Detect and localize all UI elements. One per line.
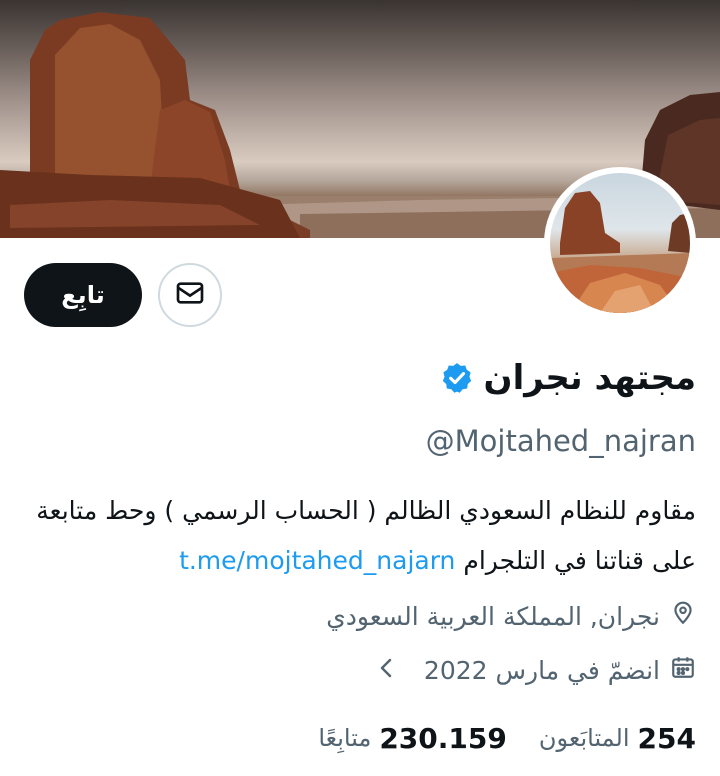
user-handle: @Mojtahed_najran — [425, 424, 696, 458]
profile-bio: مقاوم للنظام السعودي الظالم ( الحساب الر… — [16, 486, 696, 586]
envelope-icon — [174, 277, 206, 313]
following-stat[interactable]: 254 المتابَعون — [539, 722, 696, 755]
joined-row[interactable]: انضمّ في مارس 2022 — [376, 650, 696, 690]
following-count: 254 — [637, 721, 696, 755]
location-text: نجران, المملكة العربية السعودي — [326, 601, 660, 631]
avatar-image — [550, 173, 690, 313]
display-name-row: مجتهد نجران — [438, 352, 696, 404]
location-pin-icon — [670, 600, 696, 632]
followers-label: متابِعًا — [318, 724, 372, 752]
calendar-icon — [670, 654, 696, 686]
chevron-left-icon[interactable] — [376, 654, 396, 687]
message-button[interactable] — [158, 263, 222, 327]
follow-button[interactable]: تابِع — [24, 263, 142, 327]
joined-text: انضمّ في مارس 2022 — [423, 655, 660, 685]
profile-avatar[interactable] — [544, 167, 696, 319]
following-label: المتابَعون — [538, 724, 630, 752]
bio-link[interactable]: t.me/mojtahed_najarn — [179, 546, 455, 575]
display-name: مجتهد نجران — [483, 358, 696, 398]
location-row: نجران, المملكة العربية السعودي — [326, 596, 696, 636]
follow-stats: 254 المتابَعون 230.159 متابِعًا — [318, 716, 696, 760]
followers-count: 230.159 — [379, 721, 507, 755]
verified-badge-icon[interactable] — [438, 360, 474, 396]
followers-stat[interactable]: 230.159 متابِعًا — [318, 722, 507, 755]
